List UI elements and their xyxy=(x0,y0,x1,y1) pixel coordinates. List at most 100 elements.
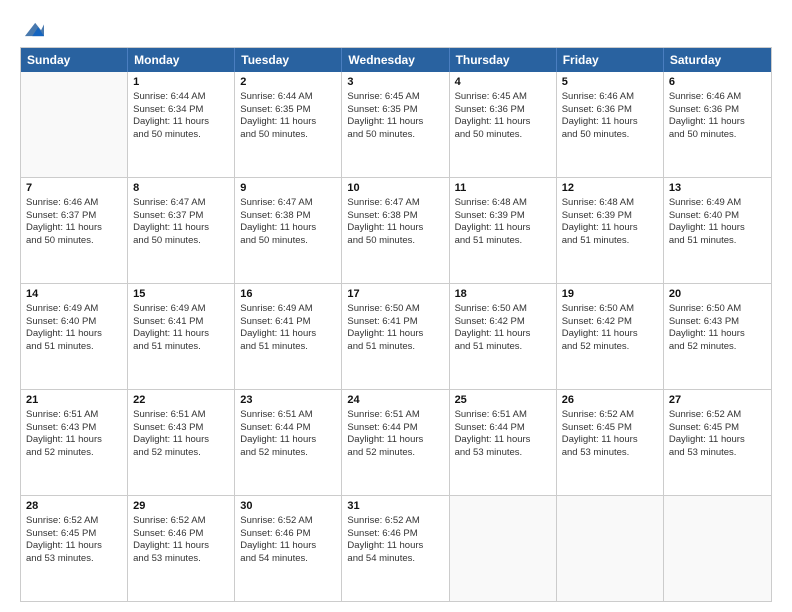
info-line: Sunset: 6:38 PM xyxy=(347,210,443,223)
info-line: Sunrise: 6:47 AM xyxy=(347,197,443,210)
info-line: Sunrise: 6:51 AM xyxy=(26,409,122,422)
info-line: Sunrise: 6:46 AM xyxy=(562,91,658,104)
info-line: and 50 minutes. xyxy=(240,129,336,142)
empty-cell xyxy=(450,496,557,601)
info-line: and 52 minutes. xyxy=(347,447,443,460)
day-number: 24 xyxy=(347,393,443,408)
day-number: 26 xyxy=(562,393,658,408)
day-number: 14 xyxy=(26,287,122,302)
day-cell-27: 27Sunrise: 6:52 AMSunset: 6:45 PMDayligh… xyxy=(664,390,771,495)
day-cell-24: 24Sunrise: 6:51 AMSunset: 6:44 PMDayligh… xyxy=(342,390,449,495)
info-line: and 52 minutes. xyxy=(240,447,336,460)
day-cell-13: 13Sunrise: 6:49 AMSunset: 6:40 PMDayligh… xyxy=(664,178,771,283)
day-number: 23 xyxy=(240,393,336,408)
info-line: and 53 minutes. xyxy=(669,447,766,460)
logo xyxy=(20,19,44,39)
info-line: Sunset: 6:35 PM xyxy=(240,104,336,117)
info-line: Daylight: 11 hours xyxy=(562,222,658,235)
info-line: Sunset: 6:43 PM xyxy=(26,422,122,435)
info-line: Sunrise: 6:51 AM xyxy=(133,409,229,422)
day-number: 27 xyxy=(669,393,766,408)
day-number: 22 xyxy=(133,393,229,408)
info-line: and 51 minutes. xyxy=(347,341,443,354)
info-line: Sunset: 6:39 PM xyxy=(455,210,551,223)
day-cell-9: 9Sunrise: 6:47 AMSunset: 6:38 PMDaylight… xyxy=(235,178,342,283)
day-cell-29: 29Sunrise: 6:52 AMSunset: 6:46 PMDayligh… xyxy=(128,496,235,601)
info-line: Daylight: 11 hours xyxy=(240,328,336,341)
info-line: and 53 minutes. xyxy=(562,447,658,460)
info-line: Daylight: 11 hours xyxy=(133,222,229,235)
info-line: Sunset: 6:43 PM xyxy=(133,422,229,435)
info-line: and 51 minutes. xyxy=(133,341,229,354)
info-line: Daylight: 11 hours xyxy=(455,434,551,447)
day-number: 12 xyxy=(562,181,658,196)
info-line: Daylight: 11 hours xyxy=(26,434,122,447)
info-line: Sunset: 6:44 PM xyxy=(347,422,443,435)
info-line: Daylight: 11 hours xyxy=(347,222,443,235)
info-line: Daylight: 11 hours xyxy=(240,116,336,129)
info-line: Daylight: 11 hours xyxy=(347,116,443,129)
day-number: 17 xyxy=(347,287,443,302)
info-line: and 51 minutes. xyxy=(455,341,551,354)
info-line: Daylight: 11 hours xyxy=(240,434,336,447)
info-line: Sunrise: 6:49 AM xyxy=(26,303,122,316)
info-line: Sunrise: 6:48 AM xyxy=(562,197,658,210)
day-cell-4: 4Sunrise: 6:45 AMSunset: 6:36 PMDaylight… xyxy=(450,72,557,177)
info-line: Daylight: 11 hours xyxy=(133,540,229,553)
info-line: Sunset: 6:40 PM xyxy=(669,210,766,223)
info-line: and 50 minutes. xyxy=(455,129,551,142)
info-line: and 52 minutes. xyxy=(669,341,766,354)
info-line: Sunrise: 6:49 AM xyxy=(240,303,336,316)
info-line: Sunrise: 6:47 AM xyxy=(133,197,229,210)
day-number: 16 xyxy=(240,287,336,302)
day-number: 21 xyxy=(26,393,122,408)
day-number: 7 xyxy=(26,181,122,196)
info-line: and 53 minutes. xyxy=(26,553,122,566)
day-number: 29 xyxy=(133,499,229,514)
info-line: Sunset: 6:45 PM xyxy=(669,422,766,435)
info-line: and 52 minutes. xyxy=(133,447,229,460)
day-number: 15 xyxy=(133,287,229,302)
info-line: Sunset: 6:36 PM xyxy=(562,104,658,117)
info-line: Sunrise: 6:51 AM xyxy=(455,409,551,422)
info-line: Daylight: 11 hours xyxy=(669,328,766,341)
logo-icon xyxy=(22,17,44,39)
info-line: and 51 minutes. xyxy=(669,235,766,248)
day-number: 5 xyxy=(562,75,658,90)
info-line: Daylight: 11 hours xyxy=(562,434,658,447)
day-cell-17: 17Sunrise: 6:50 AMSunset: 6:41 PMDayligh… xyxy=(342,284,449,389)
info-line: Sunset: 6:46 PM xyxy=(133,528,229,541)
calendar-header: SundayMondayTuesdayWednesdayThursdayFrid… xyxy=(21,48,771,72)
empty-cell xyxy=(664,496,771,601)
info-line: Daylight: 11 hours xyxy=(133,434,229,447)
day-number: 30 xyxy=(240,499,336,514)
info-line: Sunrise: 6:50 AM xyxy=(562,303,658,316)
day-number: 13 xyxy=(669,181,766,196)
info-line: Sunrise: 6:51 AM xyxy=(240,409,336,422)
info-line: Daylight: 11 hours xyxy=(562,116,658,129)
info-line: Sunrise: 6:49 AM xyxy=(133,303,229,316)
info-line: Sunset: 6:36 PM xyxy=(455,104,551,117)
info-line: and 50 minutes. xyxy=(240,235,336,248)
info-line: Sunset: 6:45 PM xyxy=(26,528,122,541)
day-cell-25: 25Sunrise: 6:51 AMSunset: 6:44 PMDayligh… xyxy=(450,390,557,495)
info-line: Sunrise: 6:52 AM xyxy=(347,515,443,528)
day-number: 28 xyxy=(26,499,122,514)
day-number: 25 xyxy=(455,393,551,408)
info-line: Sunset: 6:44 PM xyxy=(240,422,336,435)
day-cell-26: 26Sunrise: 6:52 AMSunset: 6:45 PMDayligh… xyxy=(557,390,664,495)
header xyxy=(20,15,772,39)
day-cell-31: 31Sunrise: 6:52 AMSunset: 6:46 PMDayligh… xyxy=(342,496,449,601)
info-line: Daylight: 11 hours xyxy=(26,222,122,235)
info-line: and 51 minutes. xyxy=(240,341,336,354)
day-cell-18: 18Sunrise: 6:50 AMSunset: 6:42 PMDayligh… xyxy=(450,284,557,389)
day-cell-5: 5Sunrise: 6:46 AMSunset: 6:36 PMDaylight… xyxy=(557,72,664,177)
day-cell-22: 22Sunrise: 6:51 AMSunset: 6:43 PMDayligh… xyxy=(128,390,235,495)
info-line: and 52 minutes. xyxy=(562,341,658,354)
calendar-row-4: 21Sunrise: 6:51 AMSunset: 6:43 PMDayligh… xyxy=(21,390,771,496)
info-line: Sunset: 6:36 PM xyxy=(669,104,766,117)
day-cell-15: 15Sunrise: 6:49 AMSunset: 6:41 PMDayligh… xyxy=(128,284,235,389)
info-line: Sunset: 6:39 PM xyxy=(562,210,658,223)
info-line: Daylight: 11 hours xyxy=(562,328,658,341)
info-line: Daylight: 11 hours xyxy=(669,434,766,447)
